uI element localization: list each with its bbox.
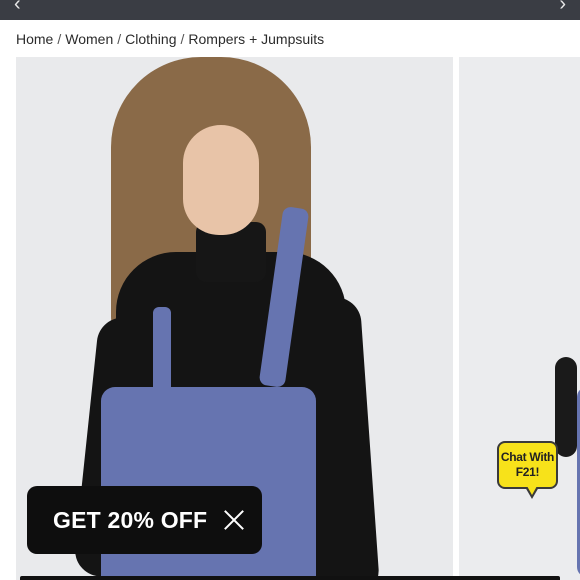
- product-photo-next[interactable]: [459, 57, 580, 580]
- close-icon[interactable]: [223, 509, 245, 531]
- overall-strap-left: [153, 307, 171, 397]
- chat-bubble-tail-fill: [527, 486, 537, 495]
- breadcrumb-separator: /: [180, 31, 185, 47]
- breadcrumb-women[interactable]: Women: [65, 31, 113, 47]
- bottom-bar-edge: [20, 576, 560, 580]
- chevron-left-icon[interactable]: ‹: [14, 0, 21, 14]
- chat-widget-line1: Chat With: [500, 450, 555, 464]
- chat-widget-line2: F21!: [515, 465, 540, 479]
- breadcrumb-separator: /: [117, 31, 122, 47]
- breadcrumb-separator: /: [57, 31, 62, 47]
- breadcrumb-clothing[interactable]: Clothing: [125, 31, 176, 47]
- top-promo-banner[interactable]: ‹ ›: [0, 0, 580, 20]
- model-face: [183, 125, 259, 235]
- discount-label[interactable]: GET 20% OFF: [53, 507, 207, 534]
- discount-popup[interactable]: GET 20% OFF: [27, 486, 262, 554]
- chevron-right-icon[interactable]: ›: [559, 0, 566, 14]
- breadcrumb: Home / Women / Clothing / Rompers + Jumpsuits: [16, 31, 324, 47]
- breadcrumb-rompers-jumpsuits[interactable]: Rompers + Jumpsuits: [188, 31, 324, 47]
- chat-widget-button[interactable]: Chat With F21!: [497, 441, 558, 499]
- breadcrumb-home[interactable]: Home: [16, 31, 53, 47]
- model-arm: [555, 357, 577, 457]
